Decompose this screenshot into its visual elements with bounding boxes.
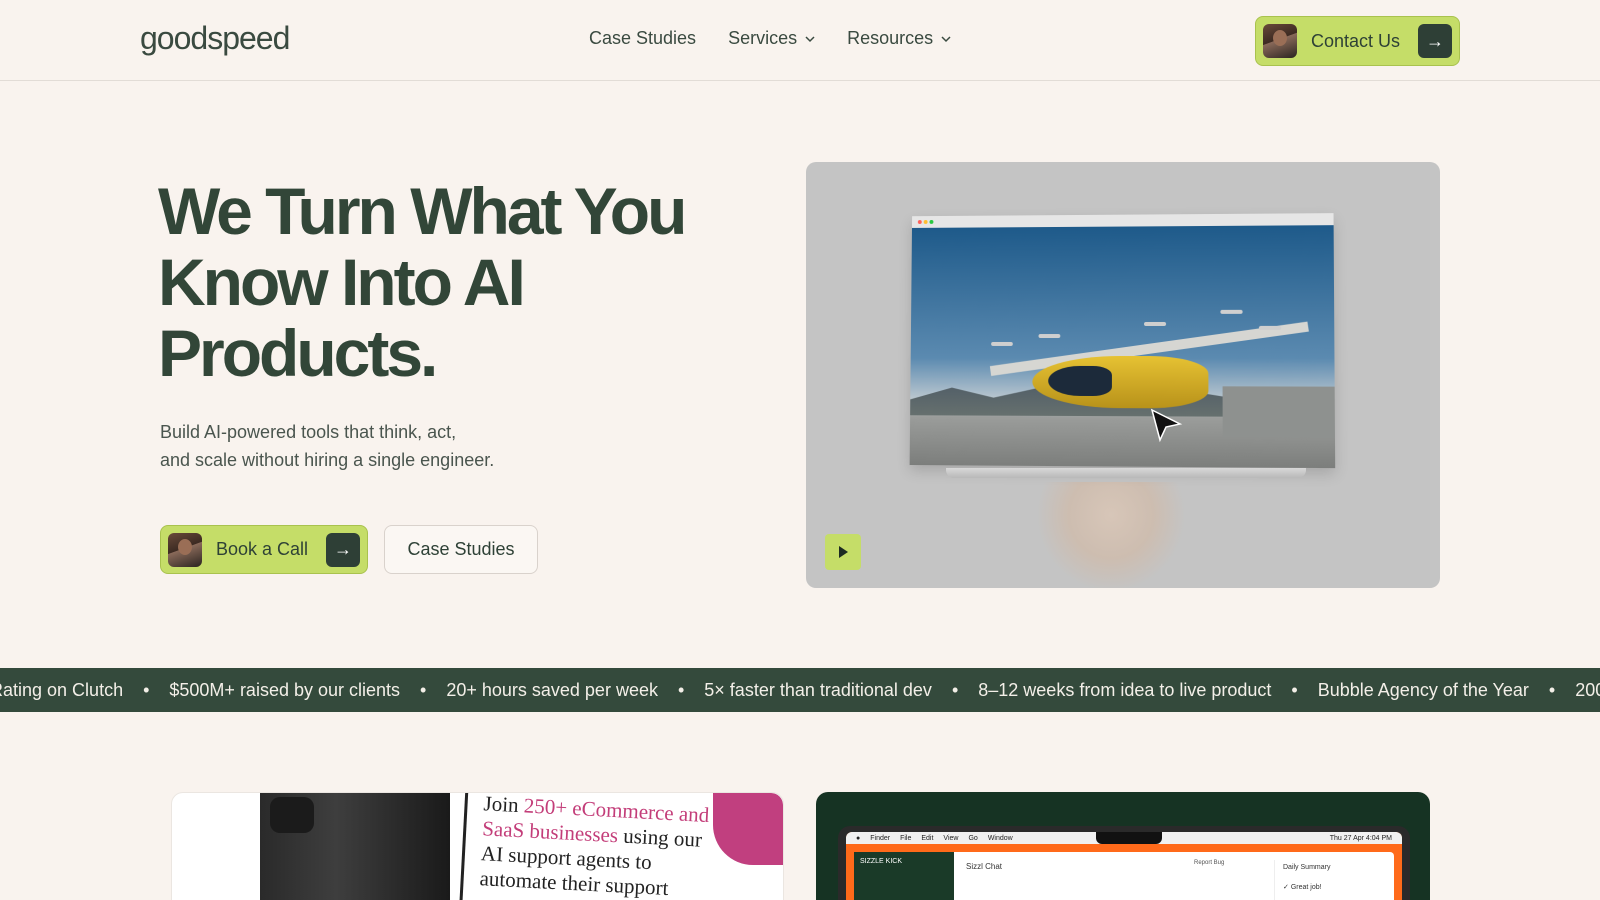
nav-resources[interactable]: Resources: [847, 28, 951, 49]
hero-title-line: Products.: [158, 316, 438, 390]
daily-summary: Daily Summary ✓ Great job!: [1274, 860, 1394, 900]
ticker-separator: •: [951, 679, 959, 700]
arrow-right-icon: →: [326, 532, 360, 567]
app-brand: SIZZLE KICK: [860, 858, 903, 865]
play-icon: [839, 546, 848, 558]
case-studies-label: Case Studies: [407, 539, 515, 559]
app-window: SIZZLE KICK Sizzl Chat Report Bug Daily …: [854, 852, 1394, 900]
hero-title-line: Know Into AI: [158, 245, 526, 319]
hero-subtitle: Build AI-powered tools that think, act, …: [160, 418, 560, 474]
card-headline-part: Join: [483, 792, 525, 818]
ticker-item: Rating on Clutch: [0, 679, 124, 700]
decorative-band: [713, 793, 783, 865]
camera-icon: [270, 797, 314, 833]
ticker-separator: •: [1291, 679, 1298, 700]
laptop-base: [946, 468, 1306, 478]
ticker-item: Bubble Agency of the Year: [1317, 679, 1529, 700]
case-study-card[interactable]: Join 250+ eCommerce and SaaS businesses …: [171, 792, 784, 900]
apple-icon: ●: [856, 834, 861, 842]
menu-item: Edit: [921, 834, 934, 842]
menu-item: Finder: [870, 834, 891, 842]
nav-case-studies-label: Case Studies: [589, 28, 697, 48]
menu-item: View: [943, 834, 959, 842]
phone-image: [260, 793, 450, 900]
laptop-screen: [909, 213, 1336, 469]
menu-item: Window: [987, 834, 1013, 842]
arrow-right-icon: →: [1418, 24, 1452, 58]
app-title: Sizzl Chat: [966, 862, 1003, 871]
main-nav: Case Studies Services Resources: [589, 28, 951, 49]
menu-item: Go: [968, 834, 978, 842]
cursor-icon: [1150, 408, 1183, 443]
chevron-down-icon: [805, 35, 815, 42]
stats-ticker: Rating on Clutch • $500M+ raised by our …: [0, 668, 1600, 712]
book-a-call-button[interactable]: Book a Call →: [160, 525, 368, 574]
nav-case-studies[interactable]: Case Studies: [589, 28, 696, 49]
contact-us-label: Contact Us: [1311, 30, 1401, 51]
hero-subtitle-line: and scale without hiring a single engine…: [160, 450, 495, 470]
hero-video[interactable]: [806, 162, 1440, 588]
app-sidebar: SIZZLE KICK: [854, 852, 954, 900]
ticker-item: 200+: [1575, 679, 1600, 700]
clock: Thu 27 Apr 4:04 PM: [1329, 834, 1392, 842]
laptop-screen: ● Finder File Edit View Go Window Thu 27…: [846, 832, 1402, 900]
menu-item: File: [900, 834, 912, 842]
hero-title: We Turn What You Know Into AI Products.: [158, 176, 718, 389]
ticker-separator: •: [677, 679, 685, 700]
summary-item: ✓ Great job!: [1283, 884, 1322, 891]
notch: [1096, 832, 1162, 844]
report-bug-link: Report Bug: [1194, 860, 1225, 866]
ticker-item: 8–12 weeks from idea to live product: [978, 679, 1272, 700]
chevron-down-icon: [941, 35, 951, 42]
play-button[interactable]: [825, 534, 861, 570]
ticker-separator: •: [420, 679, 427, 700]
nav-services[interactable]: Services: [728, 28, 815, 49]
hero-title-line: We Turn What You: [158, 174, 687, 248]
case-studies-button[interactable]: Case Studies: [384, 525, 538, 574]
ticker-item: 20+ hours saved per week: [446, 679, 658, 700]
nav-resources-label: Resources: [847, 28, 934, 48]
avatar: [1263, 24, 1297, 58]
hero-subtitle-line: Build AI-powered tools that think, act,: [160, 422, 457, 442]
ticker-separator: •: [1548, 679, 1556, 700]
card-headline: Join 250+ eCommerce and SaaS businesses …: [479, 792, 724, 900]
ticker-separator: •: [143, 679, 150, 700]
nav-services-label: Services: [728, 28, 798, 48]
summary-title: Daily Summary: [1283, 864, 1331, 871]
aircraft-photo: [909, 225, 1336, 469]
site-header: goodspeed Case Studies Services Resource…: [0, 0, 1600, 81]
ticker-track: Rating on Clutch • $500M+ raised by our …: [0, 680, 1600, 701]
contact-us-button[interactable]: Contact Us →: [1255, 16, 1460, 66]
avatar: [168, 532, 202, 567]
ticker-item: 5× faster than traditional dev: [704, 679, 932, 700]
case-study-card[interactable]: ● Finder File Edit View Go Window Thu 27…: [816, 792, 1430, 900]
ticker-item: $500M+ raised by our clients: [169, 679, 401, 700]
logo[interactable]: goodspeed: [140, 20, 290, 57]
hand-illustration: [1036, 482, 1186, 588]
book-a-call-label: Book a Call: [216, 539, 309, 559]
laptop-image: ● Finder File Edit View Go Window Thu 27…: [838, 826, 1410, 900]
tablet-image: Join 250+ eCommerce and SaaS businesses …: [458, 792, 726, 900]
